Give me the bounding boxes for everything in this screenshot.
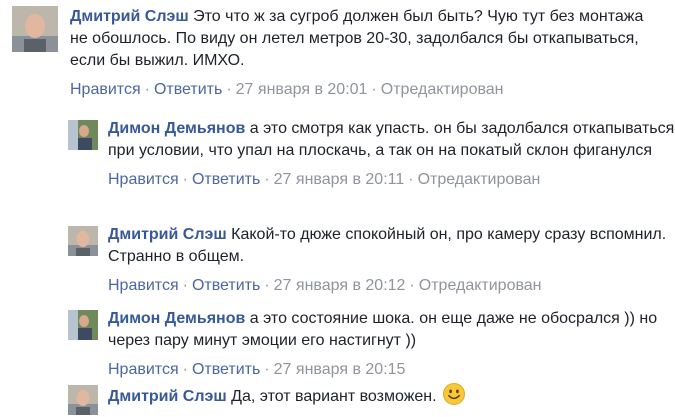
comment-body: Дмитрий Слэш Это что ж за сугроб должен … — [70, 6, 675, 101]
comment-text-line: Это что ж за сугроб должен был быть? Чую… — [193, 8, 644, 25]
person-icon — [68, 310, 98, 340]
comment-body: Дмитрий Слэш Да, этот вариант возможен. — [108, 383, 675, 415]
smiley-face-icon — [442, 383, 465, 412]
comment: Дмитрий Слэш Какой-то дюже спокойный он,… — [68, 224, 675, 297]
comment-text-line: не обошлось. По виду он летел метров 20-… — [70, 30, 639, 47]
person-icon — [68, 226, 98, 256]
comment-body: Димон Демьянов а это состояние шока. он … — [108, 308, 675, 381]
comment-text: Димон Демьянов а это смотря как упасть. … — [108, 118, 675, 162]
separator: · — [264, 361, 270, 378]
person-icon — [68, 120, 98, 150]
timestamp[interactable]: 27 января в 20:01 — [236, 81, 368, 98]
like-link[interactable]: Нравится — [108, 277, 179, 294]
person-icon — [68, 385, 98, 415]
avatar[interactable] — [68, 226, 98, 256]
comment-author[interactable]: Димон Демьянов — [108, 310, 245, 327]
separator: · — [144, 81, 150, 98]
comment-author[interactable]: Димон Демьянов — [108, 120, 245, 137]
comment: Дмитрий Слэш Да, этот вариант возможен. — [68, 383, 675, 415]
avatar[interactable] — [12, 6, 58, 52]
separator: · — [182, 361, 188, 378]
separator: · — [264, 171, 270, 188]
comment: Дмитрий Слэш Это что ж за сугроб должен … — [12, 6, 675, 101]
like-link[interactable]: Нравится — [108, 361, 179, 378]
edited-label: Отредактирован — [417, 171, 541, 188]
like-link[interactable]: Нравится — [70, 81, 141, 98]
like-link[interactable]: Нравится — [108, 171, 179, 188]
comment-text: Димон Демьянов а это состояние шока. он … — [108, 308, 675, 352]
separator: · — [226, 81, 232, 98]
reply-link[interactable]: Ответить — [154, 81, 222, 98]
comment-actions: Нравится · Ответить · 27 января в 20:15 — [108, 359, 675, 381]
comment-text: Дмитрий Слэш Да, этот вариант возможен. — [108, 383, 675, 412]
reply-link[interactable]: Ответить — [192, 361, 260, 378]
comment-body: Димон Демьянов а это смотря как упасть. … — [108, 118, 675, 191]
comment: Димон Демьянов а это смотря как упасть. … — [68, 118, 675, 191]
separator: · — [182, 277, 188, 294]
avatar[interactable] — [68, 385, 98, 415]
separator: · — [182, 171, 188, 188]
separator: · — [408, 171, 414, 188]
comment-body: Дмитрий Слэш Какой-то дюже спокойный он,… — [108, 224, 675, 297]
person-icon — [12, 6, 58, 52]
separator: · — [371, 81, 377, 98]
comment-actions: Нравится · Ответить · 27 января в 20:12 · Отре… — [108, 275, 675, 297]
comment-text: Дмитрий Слэш Это что ж за сугроб должен … — [70, 6, 675, 72]
comment: Димон Демьянов а это состояние шока. он … — [68, 308, 675, 381]
timestamp[interactable]: 27 января в 20:12 — [274, 277, 406, 294]
edited-label: Отредактирован — [418, 277, 542, 294]
avatar[interactable] — [68, 120, 98, 150]
avatar[interactable] — [68, 310, 98, 340]
comment-actions: Нравится · Ответить · 27 января в 20:11 · Отре… — [108, 169, 675, 191]
reply-link[interactable]: Ответить — [192, 277, 260, 294]
separator: · — [264, 277, 270, 294]
comment-thread: Дмитрий Слэш Это что ж за сугроб должен … — [0, 0, 675, 417]
timestamp[interactable]: 27 января в 20:11 — [274, 171, 405, 188]
timestamp[interactable]: 27 января в 20:15 — [274, 361, 406, 378]
comment-message: Да, этот вариант возможен. — [231, 388, 437, 405]
comment-text: Дмитрий Слэш Какой-то дюже спокойный он,… — [108, 224, 675, 268]
separator: · — [409, 277, 415, 294]
reply-link[interactable]: Ответить — [192, 171, 260, 188]
comment-author[interactable]: Дмитрий Слэш — [108, 388, 227, 405]
comment-text-line: если бы выжил. ИМХО. — [70, 52, 245, 69]
comment-author[interactable]: Дмитрий Слэш — [108, 226, 227, 243]
edited-label: Отредактирован — [380, 81, 504, 98]
comment-actions: Нравится · Ответить · 27 января в 20:01 · Отре… — [70, 79, 675, 101]
comment-author[interactable]: Дмитрий Слэш — [70, 8, 189, 25]
